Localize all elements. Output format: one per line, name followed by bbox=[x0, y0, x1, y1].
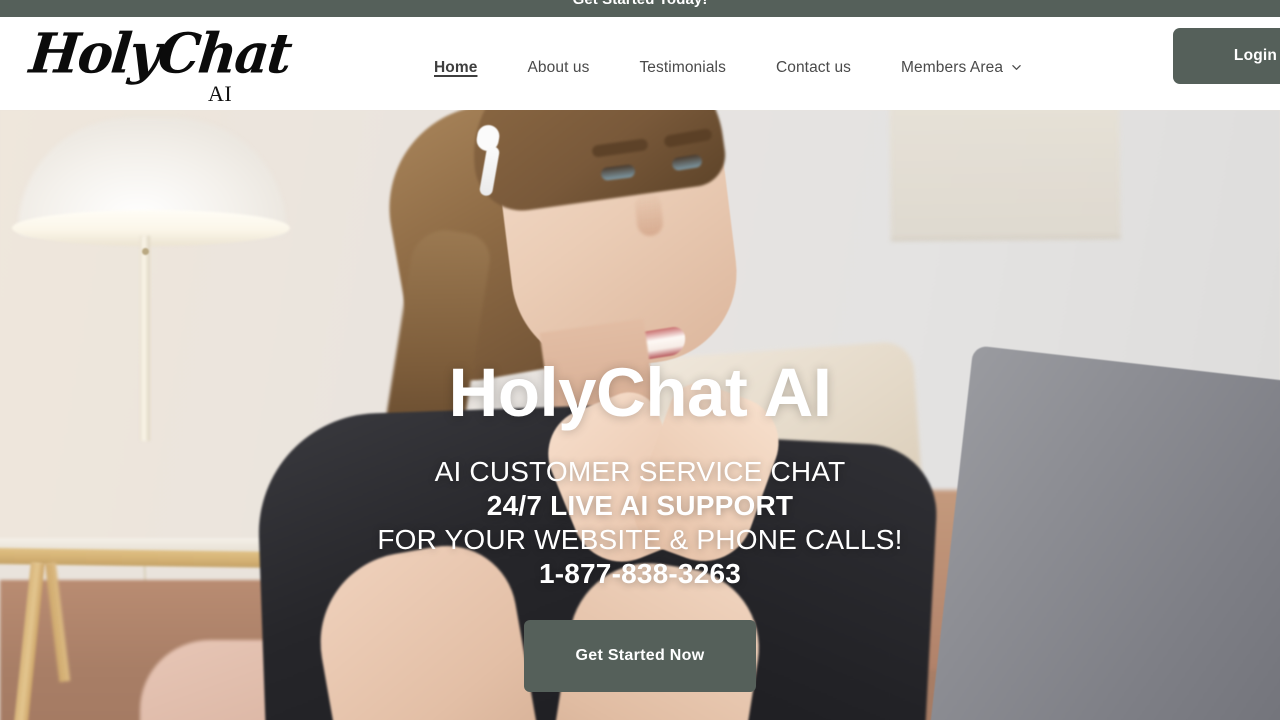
get-started-now-button[interactable]: Get Started Now bbox=[524, 620, 756, 692]
hero-phone-number[interactable]: 1-877-838-3263 bbox=[0, 557, 1280, 591]
site-logo[interactable]: HolyChat AI bbox=[27, 21, 294, 107]
nav-item-home[interactable]: Home bbox=[420, 57, 502, 79]
announcement-text[interactable]: Get Started Today! bbox=[573, 0, 708, 13]
logo-ai-suffix: AI bbox=[208, 81, 233, 106]
hero-subheading-line-3: FOR YOUR WEBSITE & PHONE CALLS! bbox=[377, 524, 903, 555]
hero-section: HolyChat AI AI CUSTOMER SERVICE CHAT 24/… bbox=[0, 110, 1280, 720]
nav-item-contact-us-label: Contact us bbox=[775, 59, 852, 76]
login-button[interactable]: Login bbox=[1173, 28, 1280, 84]
hero-copy: HolyChat AI AI CUSTOMER SERVICE CHAT 24/… bbox=[0, 110, 1280, 692]
nav-item-testimonials-label: Testimonials bbox=[639, 59, 726, 76]
nav-item-home-label: Home bbox=[434, 59, 478, 76]
chevron-down-icon[interactable] bbox=[1012, 63, 1021, 72]
nav-item-members-area[interactable]: Members Area bbox=[876, 57, 1046, 79]
nav-item-about-us[interactable]: About us bbox=[502, 57, 614, 79]
nav-item-contact-us[interactable]: Contact us bbox=[751, 57, 876, 79]
hero-title: HolyChat AI bbox=[448, 354, 832, 431]
header-inner: HolyChat AI Home About us Testimonials C… bbox=[0, 17, 1280, 110]
primary-nav: Home About us Testimonials Contact us Me… bbox=[420, 55, 1046, 81]
logo-wordmark: HolyChat bbox=[26, 21, 294, 87]
nav-item-testimonials[interactable]: Testimonials bbox=[614, 57, 750, 79]
hero-subheading-group: AI CUSTOMER SERVICE CHAT 24/7 LIVE AI SU… bbox=[0, 455, 1280, 591]
announcement-inner: Get Started Today! bbox=[0, 0, 1280, 13]
site-header: HolyChat AI Home About us Testimonials C… bbox=[0, 17, 1280, 110]
announcement-bar[interactable]: Get Started Today! bbox=[0, 0, 1280, 17]
page-root: Get Started Today! HolyChat AI Home Abou… bbox=[0, 0, 1280, 720]
hero-subheading-line-1: AI CUSTOMER SERVICE CHAT bbox=[434, 456, 846, 487]
nav-item-members-area-label: Members Area bbox=[901, 59, 1004, 76]
nav-item-about-us-label: About us bbox=[527, 59, 590, 76]
hero-subheading-line-2: 24/7 LIVE AI SUPPORT bbox=[486, 490, 794, 521]
